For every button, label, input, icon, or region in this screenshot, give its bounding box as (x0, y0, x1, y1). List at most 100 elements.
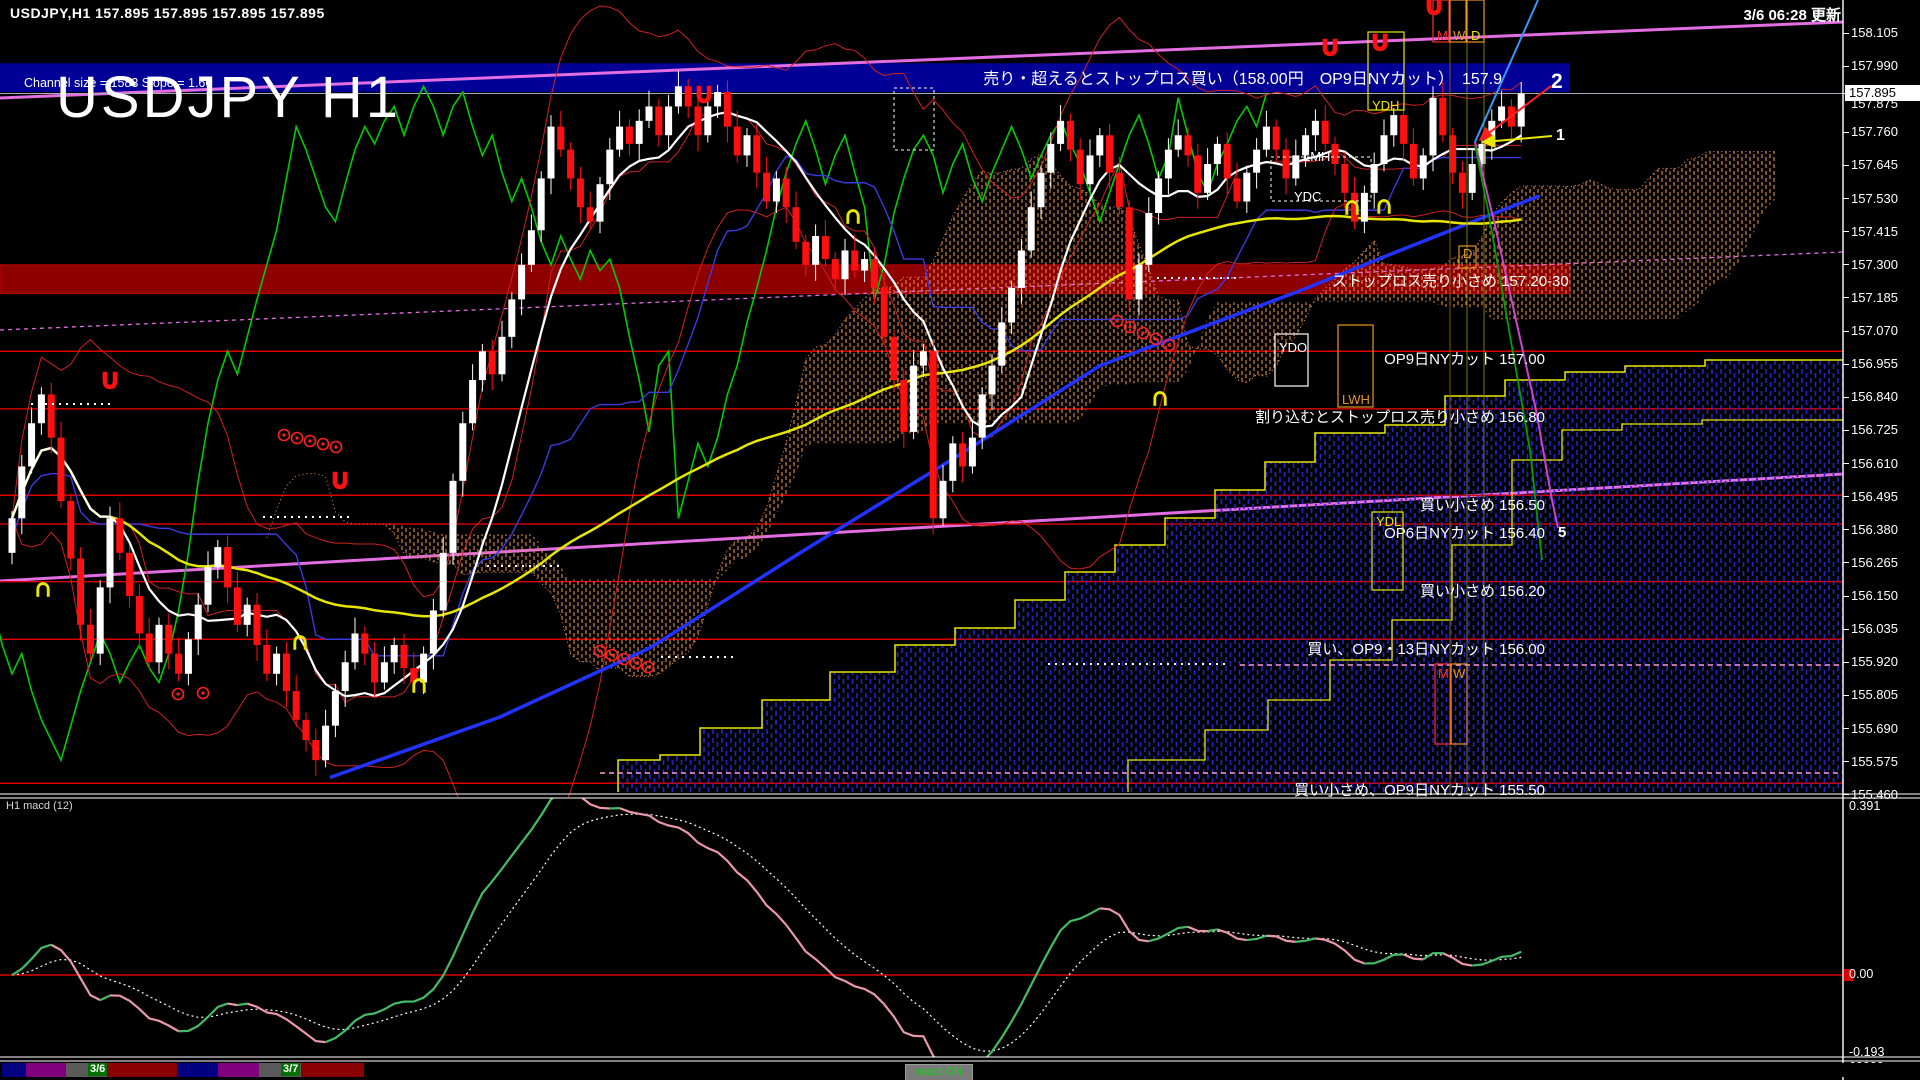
timeline-period-segment (107, 1063, 177, 1077)
candle-body (195, 605, 202, 640)
order-note-text: OP6日NYカット 156.40 (1384, 525, 1545, 542)
signal-circle-dot (634, 661, 637, 664)
candle-body (1214, 144, 1221, 164)
candle-body (871, 259, 878, 288)
candle-body (783, 178, 790, 207)
candle-body (18, 466, 25, 518)
candle-body (969, 438, 976, 467)
price-axis-tick (1843, 165, 1849, 166)
candle-body (361, 633, 368, 653)
candle-body (489, 351, 496, 374)
macd-main-line (1443, 953, 1472, 965)
macd-main-line (326, 791, 571, 1042)
signal-circle-dot (1141, 331, 1144, 334)
price-axis-tick (1843, 596, 1849, 597)
price-axis[interactable]: 158.105157.990157.895157.760157.645157.5… (1843, 0, 1920, 1080)
signal-circle-dot (1128, 325, 1131, 328)
candle-body (156, 625, 163, 662)
timeline-period-segment (301, 1063, 364, 1077)
main-chart-layer (0, 6, 1843, 852)
price-axis-tick (1843, 529, 1849, 530)
boxed-label: M (1437, 28, 1448, 43)
price-axis-label: 156.610 (1851, 456, 1898, 471)
macd-main-line (1100, 908, 1149, 941)
price-axis-label: 158.105 (1851, 25, 1898, 40)
candle-body (1322, 121, 1329, 144)
last-update-time: 3/6 06:28 更新 (1743, 4, 1841, 25)
candle-body (1028, 207, 1035, 250)
ichimoku-cloud (1315, 151, 1776, 319)
buy-arrow-icon: ∩ (844, 199, 863, 229)
candle-body (979, 394, 986, 437)
signal-circle-dot (295, 436, 298, 439)
price-axis-tick (1843, 430, 1849, 431)
chart-canvas[interactable]: YDHLMHYDCYDOLWHYDLMWDMWD∪∪∪∪∪∪∩∩∩∩∩∩∩売り・… (0, 0, 1920, 1080)
candle-body (440, 553, 447, 611)
candle-body (1185, 135, 1192, 155)
signal-circle-dot (308, 439, 311, 442)
price-axis-tick (1843, 132, 1849, 133)
candle-body (891, 337, 898, 380)
candle-body (949, 443, 956, 480)
candle-body (1312, 121, 1319, 135)
signal-circle-dot (622, 657, 625, 660)
sell-arrow-icon: ∪ (1424, 0, 1443, 20)
macd-main-line (963, 908, 1100, 1071)
macd-main-line (1296, 938, 1316, 941)
candle-body (244, 605, 251, 625)
price-axis-label: 157.990 (1851, 58, 1898, 73)
macd-indicator-label: H1 macd (12) (6, 800, 73, 812)
price-axis-label: 157.300 (1851, 257, 1898, 272)
candle-body (352, 633, 359, 662)
candle-body (185, 639, 192, 674)
boxed-label: LMH (1303, 149, 1330, 164)
price-axis-label: 155.920 (1851, 654, 1898, 669)
price-axis-tick (1843, 264, 1849, 265)
candle-body (214, 547, 221, 567)
candle-body (812, 236, 819, 265)
candle-body (548, 127, 555, 179)
candle-body (205, 567, 212, 604)
signal-circle-dot (1154, 337, 1157, 340)
timeline-period-segment (218, 1063, 259, 1077)
signal-circle-dot (176, 692, 179, 695)
macd-main-line (228, 1004, 238, 1006)
order-note-text: 買い小さめ 156.50 (1420, 497, 1545, 514)
candle-body (1292, 155, 1299, 178)
candle-body (1136, 265, 1143, 300)
macd-main-line (1266, 936, 1295, 942)
boxed-label: M (1438, 666, 1449, 681)
sell-arrow-icon: ∪ (1370, 26, 1389, 56)
signal-circle-dot (282, 433, 285, 436)
price-axis-tick (1843, 463, 1849, 464)
candle-body (1194, 155, 1201, 192)
price-axis-label: 157.530 (1851, 191, 1898, 206)
candle-body (1106, 135, 1113, 172)
price-axis-label: 156.955 (1851, 356, 1898, 371)
price-axis-label: 155.690 (1851, 721, 1898, 736)
price-axis-tick (1843, 33, 1849, 34)
macd-main-line (620, 808, 963, 1071)
candle-body (165, 625, 172, 654)
candle-body (1381, 135, 1388, 164)
wave-number-label: 2 (1551, 70, 1563, 93)
boxed-label: LWH (1342, 392, 1370, 407)
candle-body (342, 662, 349, 691)
price-axis-label: 157.760 (1851, 124, 1898, 139)
order-note-text: OP9日NYカット 157.00 (1384, 351, 1545, 368)
buy-arrow-icon: ∩ (291, 625, 310, 655)
candle-body (332, 691, 339, 726)
candle-body (1038, 173, 1045, 208)
candle-body (1155, 178, 1162, 213)
timeline-period-segment (178, 1063, 218, 1077)
macd-toggle-button[interactable]: macd ON (905, 1064, 973, 1080)
zone-note-text: 売り・超えるとストップロス買い（158.00円 OP9日NYカット） 157.9 (983, 70, 1502, 88)
candle-body (1116, 173, 1123, 208)
price-axis-tick (1843, 496, 1849, 497)
channel-info-label: Channel size = 1583 Slope = 1.60 (24, 76, 212, 90)
candle-body (793, 207, 800, 242)
candle-body (508, 299, 515, 336)
signal-circle-dot (201, 691, 204, 694)
chart-window: YDHLMHYDCYDOLWHYDLMWDMWD∪∪∪∪∪∪∩∩∩∩∩∩∩売り・… (0, 0, 1920, 1080)
price-axis-label: 156.265 (1851, 555, 1898, 570)
